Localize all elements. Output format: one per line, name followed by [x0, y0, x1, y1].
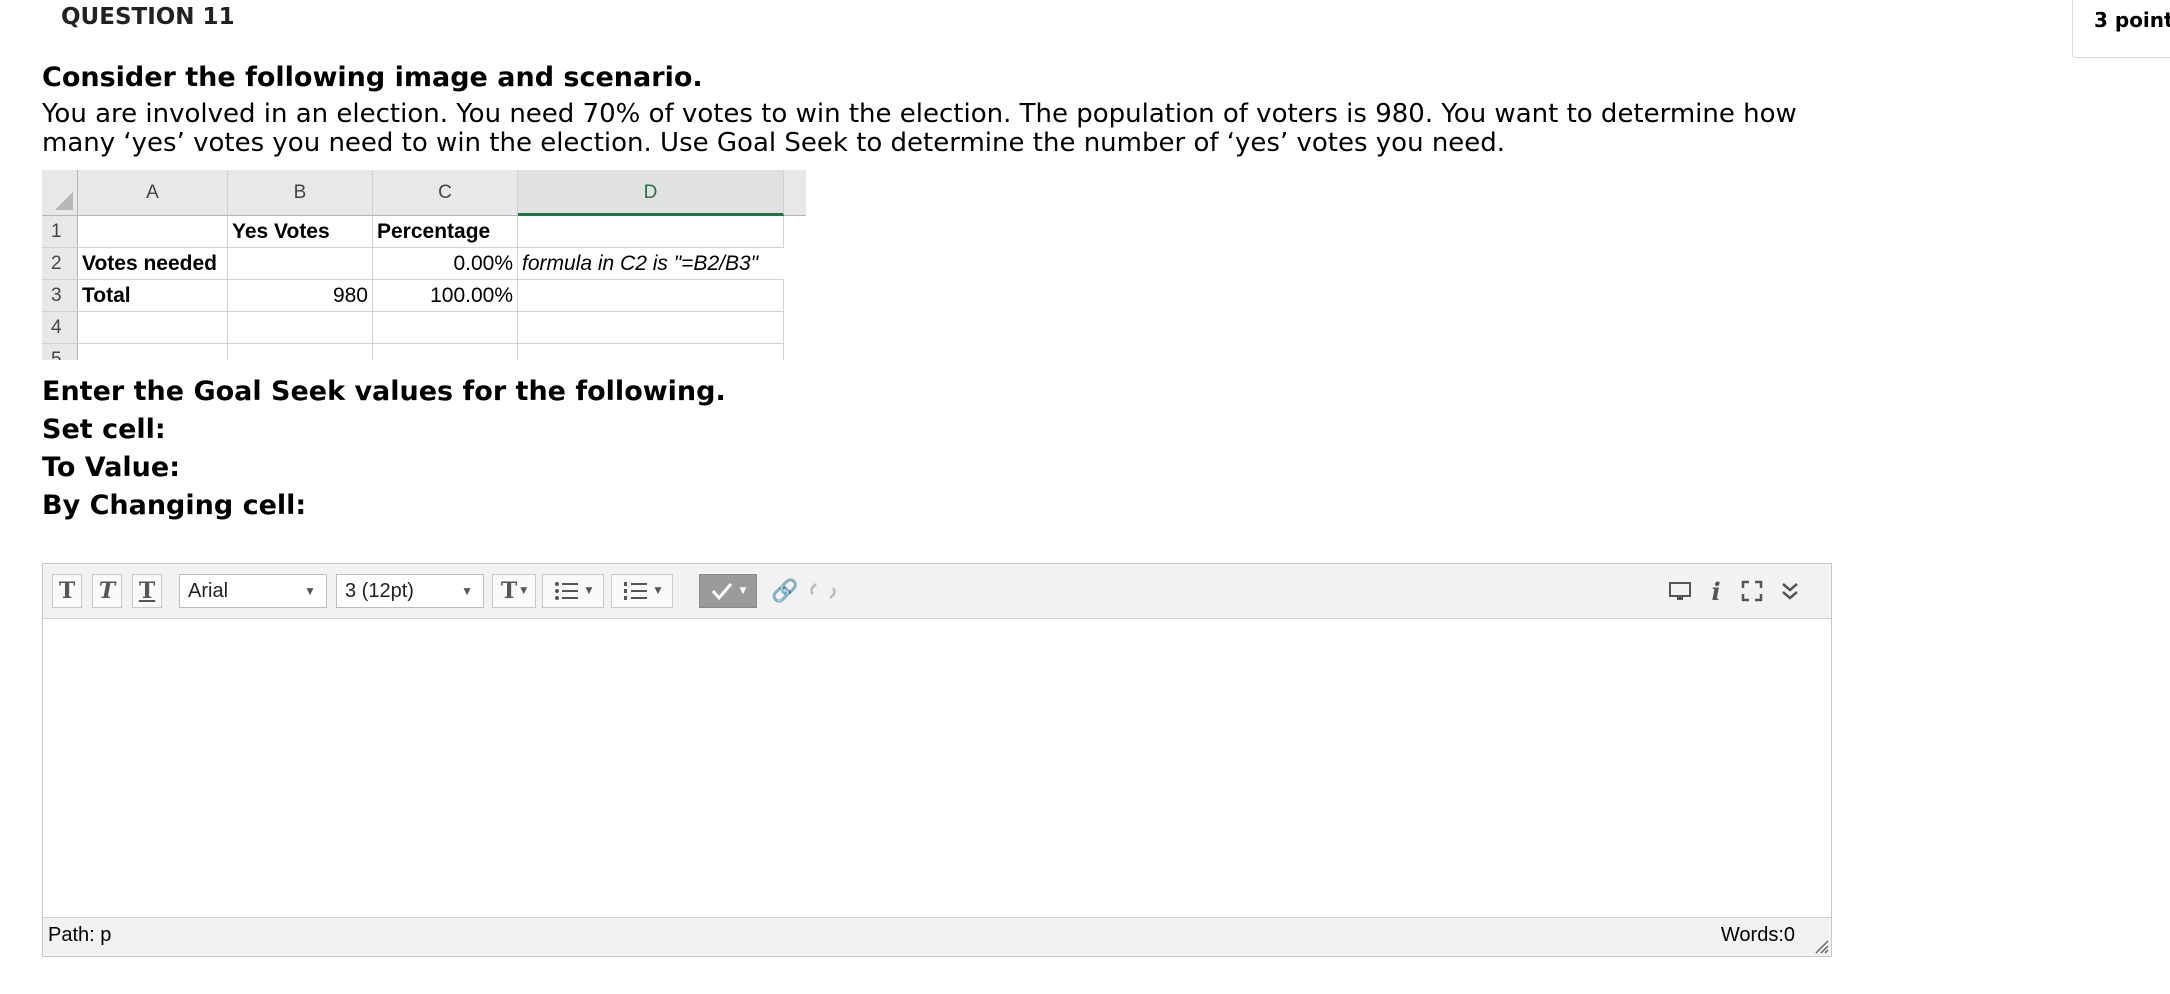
caret-down-icon: ▼ [654, 586, 662, 596]
row-number-3: 3 [42, 280, 78, 312]
caret-down-icon: ▼ [520, 586, 528, 596]
fullscreen-icon [1741, 580, 1763, 602]
instructions-heading: Enter the Goal Seek values for the follo… [42, 376, 726, 407]
set-cell-label: Set cell: [42, 414, 166, 445]
cell-c1: Percentage [373, 216, 518, 248]
spellcheck-icon [711, 583, 732, 601]
spellcheck-button[interactable]: ▼ [699, 574, 757, 608]
question-title: QUESTION 11 [61, 4, 235, 30]
cell-a5 [78, 344, 228, 360]
numbered-list-button[interactable]: ▼ [611, 574, 673, 608]
cell-d3 [518, 280, 784, 312]
cell-d5 [518, 344, 784, 360]
cell-b2 [228, 248, 373, 280]
spreadsheet-image: A B C D 1 2 3 4 5 Yes Votes Percentage V… [42, 170, 806, 360]
question-heading: Consider the following image and scenari… [42, 62, 703, 93]
cell-c4 [373, 312, 518, 344]
bullet-list-icon [554, 582, 578, 600]
collapse-icon [1782, 583, 1798, 600]
resize-handle-icon[interactable] [1811, 936, 1829, 954]
italic-text-icon[interactable]: T [92, 574, 122, 608]
rich-text-editor: T T T Arial ▼ 3 (12pt) ▼ T ▼ ▼ ▼ ▼ 🔗 i P… [42, 563, 1832, 957]
points-badge: 3 points [2072, 0, 2170, 58]
chevron-down-icon: ▼ [304, 584, 316, 598]
numbered-list-icon [623, 582, 647, 600]
cell-a1 [78, 216, 228, 248]
column-header-d: D [518, 170, 784, 216]
info-icon: i [1711, 576, 1721, 606]
caret-down-icon: ▼ [739, 586, 747, 596]
cell-d2: formula in C2 is "=B2/B3" [518, 248, 784, 280]
link-button[interactable]: 🔗 [767, 574, 803, 608]
preview-button[interactable] [1663, 574, 1697, 608]
cell-b3: 980 [228, 280, 373, 312]
text-color-button[interactable]: T ▼ [492, 574, 536, 608]
collapse-button[interactable] [1773, 574, 1807, 608]
editor-status-bar: Path: p Words:0 [43, 917, 1831, 956]
cell-c5 [373, 344, 518, 360]
editor-text-area[interactable] [43, 618, 1831, 918]
preview-icon [1669, 582, 1691, 600]
underline-text-icon[interactable]: T [132, 574, 162, 608]
row-number-4: 4 [42, 312, 78, 344]
info-button[interactable]: i [1701, 574, 1731, 608]
cell-b5 [228, 344, 373, 360]
column-header-b: B [228, 170, 373, 216]
cell-a2: Votes needed [78, 248, 228, 280]
font-size-select[interactable]: 3 (12pt) ▼ [336, 574, 484, 608]
editor-toolbar: T T T Arial ▼ 3 (12pt) ▼ T ▼ ▼ ▼ ▼ 🔗 i [43, 564, 1831, 619]
text-color-icon: T [500, 578, 518, 604]
to-value-label: To Value: [42, 452, 181, 483]
cell-c2: 0.00% [373, 248, 518, 280]
bold-text-icon[interactable]: T [52, 574, 82, 608]
select-all-corner [42, 170, 78, 216]
bullet-list-button[interactable]: ▼ [542, 574, 604, 608]
cell-d4 [518, 312, 784, 344]
column-header-c: C [373, 170, 518, 216]
font-size-value: 3 (12pt) [345, 579, 414, 602]
link-icon: 🔗 [771, 578, 799, 604]
font-family-select[interactable]: Arial ▼ [179, 574, 327, 608]
cell-b1: Yes Votes [228, 216, 373, 248]
cell-d1 [518, 216, 784, 248]
cell-a3: Total [78, 280, 228, 312]
font-family-value: Arial [188, 579, 229, 602]
row-number-1: 1 [42, 216, 78, 248]
row-number-2: 2 [42, 248, 78, 280]
chevron-down-icon: ▼ [461, 584, 473, 598]
element-path: Path: p [48, 924, 112, 946]
by-changing-cell-label: By Changing cell: [42, 490, 307, 521]
row-number-5: 5 [42, 344, 78, 360]
unlink-button[interactable] [805, 574, 841, 608]
cell-b4 [228, 312, 373, 344]
unlink-icon [810, 583, 836, 599]
column-header-a: A [78, 170, 228, 216]
word-count: Words:0 [1720, 924, 1795, 946]
caret-down-icon: ▼ [585, 586, 593, 596]
cell-a4 [78, 312, 228, 344]
fullscreen-button[interactable] [1735, 574, 1769, 608]
cell-c3: 100.00% [373, 280, 518, 312]
question-paragraph: You are involved in an election. You nee… [42, 99, 1797, 158]
column-header-filler [784, 170, 806, 216]
